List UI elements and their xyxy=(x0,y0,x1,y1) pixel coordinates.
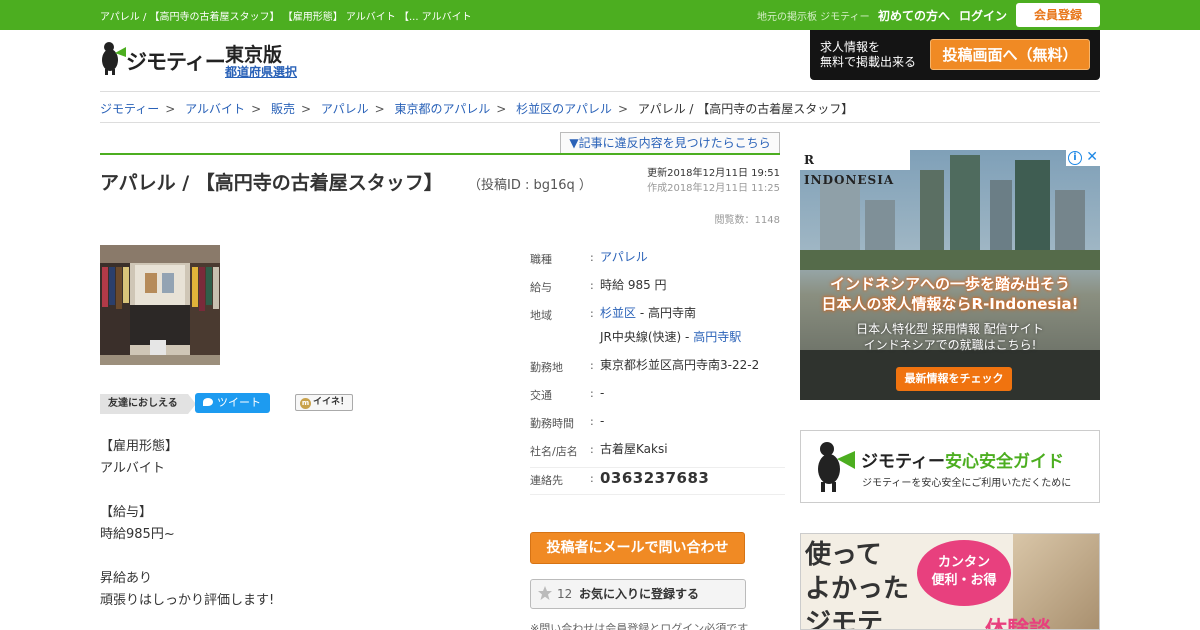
share-label: 友達におしえる xyxy=(100,394,196,414)
site-tagline: 地元の掲示板 ジモティー xyxy=(757,12,870,23)
breadcrumb-item-sales[interactable]: 販売 xyxy=(271,102,295,116)
area-station-link[interactable]: 高円寺駅 xyxy=(693,330,741,344)
register-button[interactable]: 会員登録 xyxy=(1016,3,1100,27)
description-line: 時給985円~ xyxy=(100,527,175,542)
report-violation-link[interactable]: ▼記事に違反内容を見つけたらこちら xyxy=(560,132,780,154)
description-line: 【給与】 xyxy=(100,505,153,520)
detail-label: 勤務地 xyxy=(530,361,563,374)
safety-guide-banner[interactable]: ジモティー安心安全ガイド ジモティーを安心安全にご利用いただくために xyxy=(800,430,1100,503)
mixi-label: イイネ！ xyxy=(313,397,350,407)
breadcrumb-current: アパレル / 【高円寺の古着屋スタッフ】 xyxy=(637,102,854,116)
breadcrumb: ジモティー > アルバイト > 販売 > アパレル > 東京都のアパレル > 杉並区のアパ… xyxy=(100,102,854,116)
breadcrumb-item-jmty[interactable]: ジモティー xyxy=(100,102,159,116)
detail-label: 地域 xyxy=(530,309,552,322)
top-bar: アパレル / 【高円寺の古着屋スタッフ】 【雇用形態】 アルバイト 【... ア… xyxy=(0,0,1200,30)
tweet-button[interactable]: ツイート xyxy=(195,393,270,413)
ad-close-icon[interactable]: ✕ xyxy=(1086,150,1098,165)
salary-value: 時給 985 円 xyxy=(600,278,667,292)
ad-subtext: 日本人特化型 採用情報 配信サイト インドネシアでの就職はこちら! xyxy=(856,322,1044,352)
detail-row-salary: 給与 : 時給 985 円 xyxy=(530,275,785,303)
first-time-link[interactable]: 初めての方へ xyxy=(878,7,950,24)
favorite-label: お気に入りに登録する xyxy=(579,587,700,601)
contact-by-email-button[interactable]: 投稿者にメールで問い合わせ xyxy=(530,532,745,564)
mixi-like-button[interactable]: m イイネ！ xyxy=(295,394,353,411)
detail-row-job-type: 職種 : アパレル xyxy=(530,250,648,266)
mixi-icon: m xyxy=(300,398,311,409)
created-date: 作成2018年12月11日 11:25 xyxy=(647,183,780,194)
view-count: 閲覧数：1148 xyxy=(714,215,780,226)
contact-note: ※問い合わせは会員登録とログイン必須です xyxy=(530,622,749,630)
ad-info-icon[interactable]: i xyxy=(1068,151,1082,165)
contact-phone[interactable]: 0363237683 xyxy=(600,466,709,490)
r-indonesia-logo: R INDONESIA xyxy=(800,150,910,187)
ad-banner-r-indonesia[interactable]: R INDONESIA i ✕ インドネシアへの一歩を踏み出そう 日本人の求人情… xyxy=(800,150,1100,400)
promo-headline: 使って よかった ジモテ xyxy=(805,540,910,630)
prefecture-select-link[interactable]: 都道府県選択 xyxy=(225,63,297,80)
area-ward-link[interactable]: 杉並区 xyxy=(600,306,636,320)
ad-choices: i ✕ xyxy=(1066,150,1100,166)
guide-subtitle: ジモティーを安心安全にご利用いただくために xyxy=(862,478,1072,489)
promo-bubble: カンタン 便利・お得 xyxy=(917,540,1011,606)
top-bar-crumb: アパレル / 【高円寺の古着屋スタッフ】 【雇用形態】 アルバイト 【... ア… xyxy=(100,12,472,23)
detail-label: 社名/店名 xyxy=(530,445,578,458)
page-title: アパレル / 【高円寺の古着屋スタッフ】 xyxy=(100,172,443,194)
area-town: - 高円寺南 xyxy=(636,306,696,320)
testimonial-banner[interactable]: 使って よかった ジモテ カンタン 便利・お得 体験談 xyxy=(800,533,1100,630)
transport-value: - xyxy=(600,386,605,400)
login-link[interactable]: ログイン xyxy=(959,7,1007,24)
post-photo[interactable] xyxy=(100,245,220,365)
star-icon xyxy=(538,586,552,600)
area-line: JR中央線(快速) - xyxy=(600,330,694,344)
detail-label: 連絡先 xyxy=(530,474,563,487)
detail-row-company: 社名/店名 : 古着屋Kaksi xyxy=(530,439,785,467)
site-logo[interactable]: ジモティー xyxy=(100,38,226,78)
job-details: 職種 : アパレル 給与 : 時給 985 円 地域 : 杉並区 - 高円寺南 … xyxy=(530,247,785,495)
ad-headline: インドネシアへの一歩を踏み出そう xyxy=(829,275,1070,293)
breadcrumb-item-apparel[interactable]: アパレル xyxy=(321,102,369,116)
post-button[interactable]: 投稿画面へ（無料） xyxy=(930,39,1090,70)
workplace-value: 東京都杉並区高円寺南3-22-2 xyxy=(600,358,760,372)
company-value: 古着屋Kaksi xyxy=(600,442,668,456)
hours-value: - xyxy=(600,414,605,428)
breadcrumb-item-parttime[interactable]: アルバイト xyxy=(185,102,245,116)
detail-row-transport: 交通 : - xyxy=(530,383,785,411)
breadcrumb-item-suginami-apparel[interactable]: 杉並区のアパレル xyxy=(516,102,612,116)
detail-row-area: 地域 : 杉並区 - 高円寺南 JR中央線(快速) - 高円寺駅 xyxy=(530,306,742,344)
ad-headline: 日本人の求人情報ならR-Indonesia! xyxy=(821,295,1079,313)
ad-cta-button[interactable]: 最新情報をチェック xyxy=(896,367,1012,391)
breadcrumb-item-tokyo-apparel[interactable]: 東京都のアパレル xyxy=(395,102,491,116)
post-promo-text: 求人情報を 無料で掲載出来る xyxy=(820,40,917,69)
tweet-label: ツイート xyxy=(217,396,261,409)
detail-row-hours: 勤務時間 : - xyxy=(530,411,785,439)
detail-row-contact: 連絡先 : 0363237683 xyxy=(530,467,785,495)
job-type-link[interactable]: アパレル xyxy=(600,250,648,264)
description-line: 【雇用形態】 xyxy=(100,439,179,454)
description-line xyxy=(100,480,274,502)
detail-label: 給与 xyxy=(530,281,552,294)
title-underline xyxy=(100,153,780,155)
post-promo-box: 求人情報を 無料で掲載出来る 投稿画面へ（無料） xyxy=(810,30,1100,80)
mascot-icon xyxy=(818,442,855,492)
divider xyxy=(100,122,1100,123)
twitter-bird-icon xyxy=(203,398,213,406)
post-description: 【雇用形態】 アルバイト 【給与】 時給985円~ 昇給あり 頑張りはしっかり評… xyxy=(100,436,274,612)
detail-row-workplace: 勤務地 : 東京都杉並区高円寺南3-22-2 xyxy=(530,355,785,383)
detail-label: 交通 xyxy=(530,389,552,402)
logo-text: ジモティー xyxy=(126,50,226,74)
favorite-button[interactable]: 12 お気に入りに登録する xyxy=(530,579,746,609)
guide-title: ジモティー安心安全ガイド xyxy=(861,452,1064,472)
detail-label: 勤務時間 xyxy=(530,417,574,430)
post-id: （投稿ID : bg16q ） xyxy=(468,178,592,193)
shop-interior-image xyxy=(100,245,220,365)
divider xyxy=(100,91,1100,92)
description-line xyxy=(100,546,274,568)
description-line: 頑張りはしっかり評価します! xyxy=(100,593,275,608)
favorite-count: 12 xyxy=(557,587,573,601)
promo-stamp: 体験談 xyxy=(985,612,1051,629)
description-line: 昇給あり xyxy=(100,571,153,586)
description-line: アルバイト xyxy=(100,461,165,476)
updated-date: 更新2018年12月11日 19:51 xyxy=(647,168,780,179)
post-dates: 更新2018年12月11日 19:51 作成2018年12月11日 11:25 xyxy=(647,166,780,196)
detail-label: 職種 xyxy=(530,253,552,266)
